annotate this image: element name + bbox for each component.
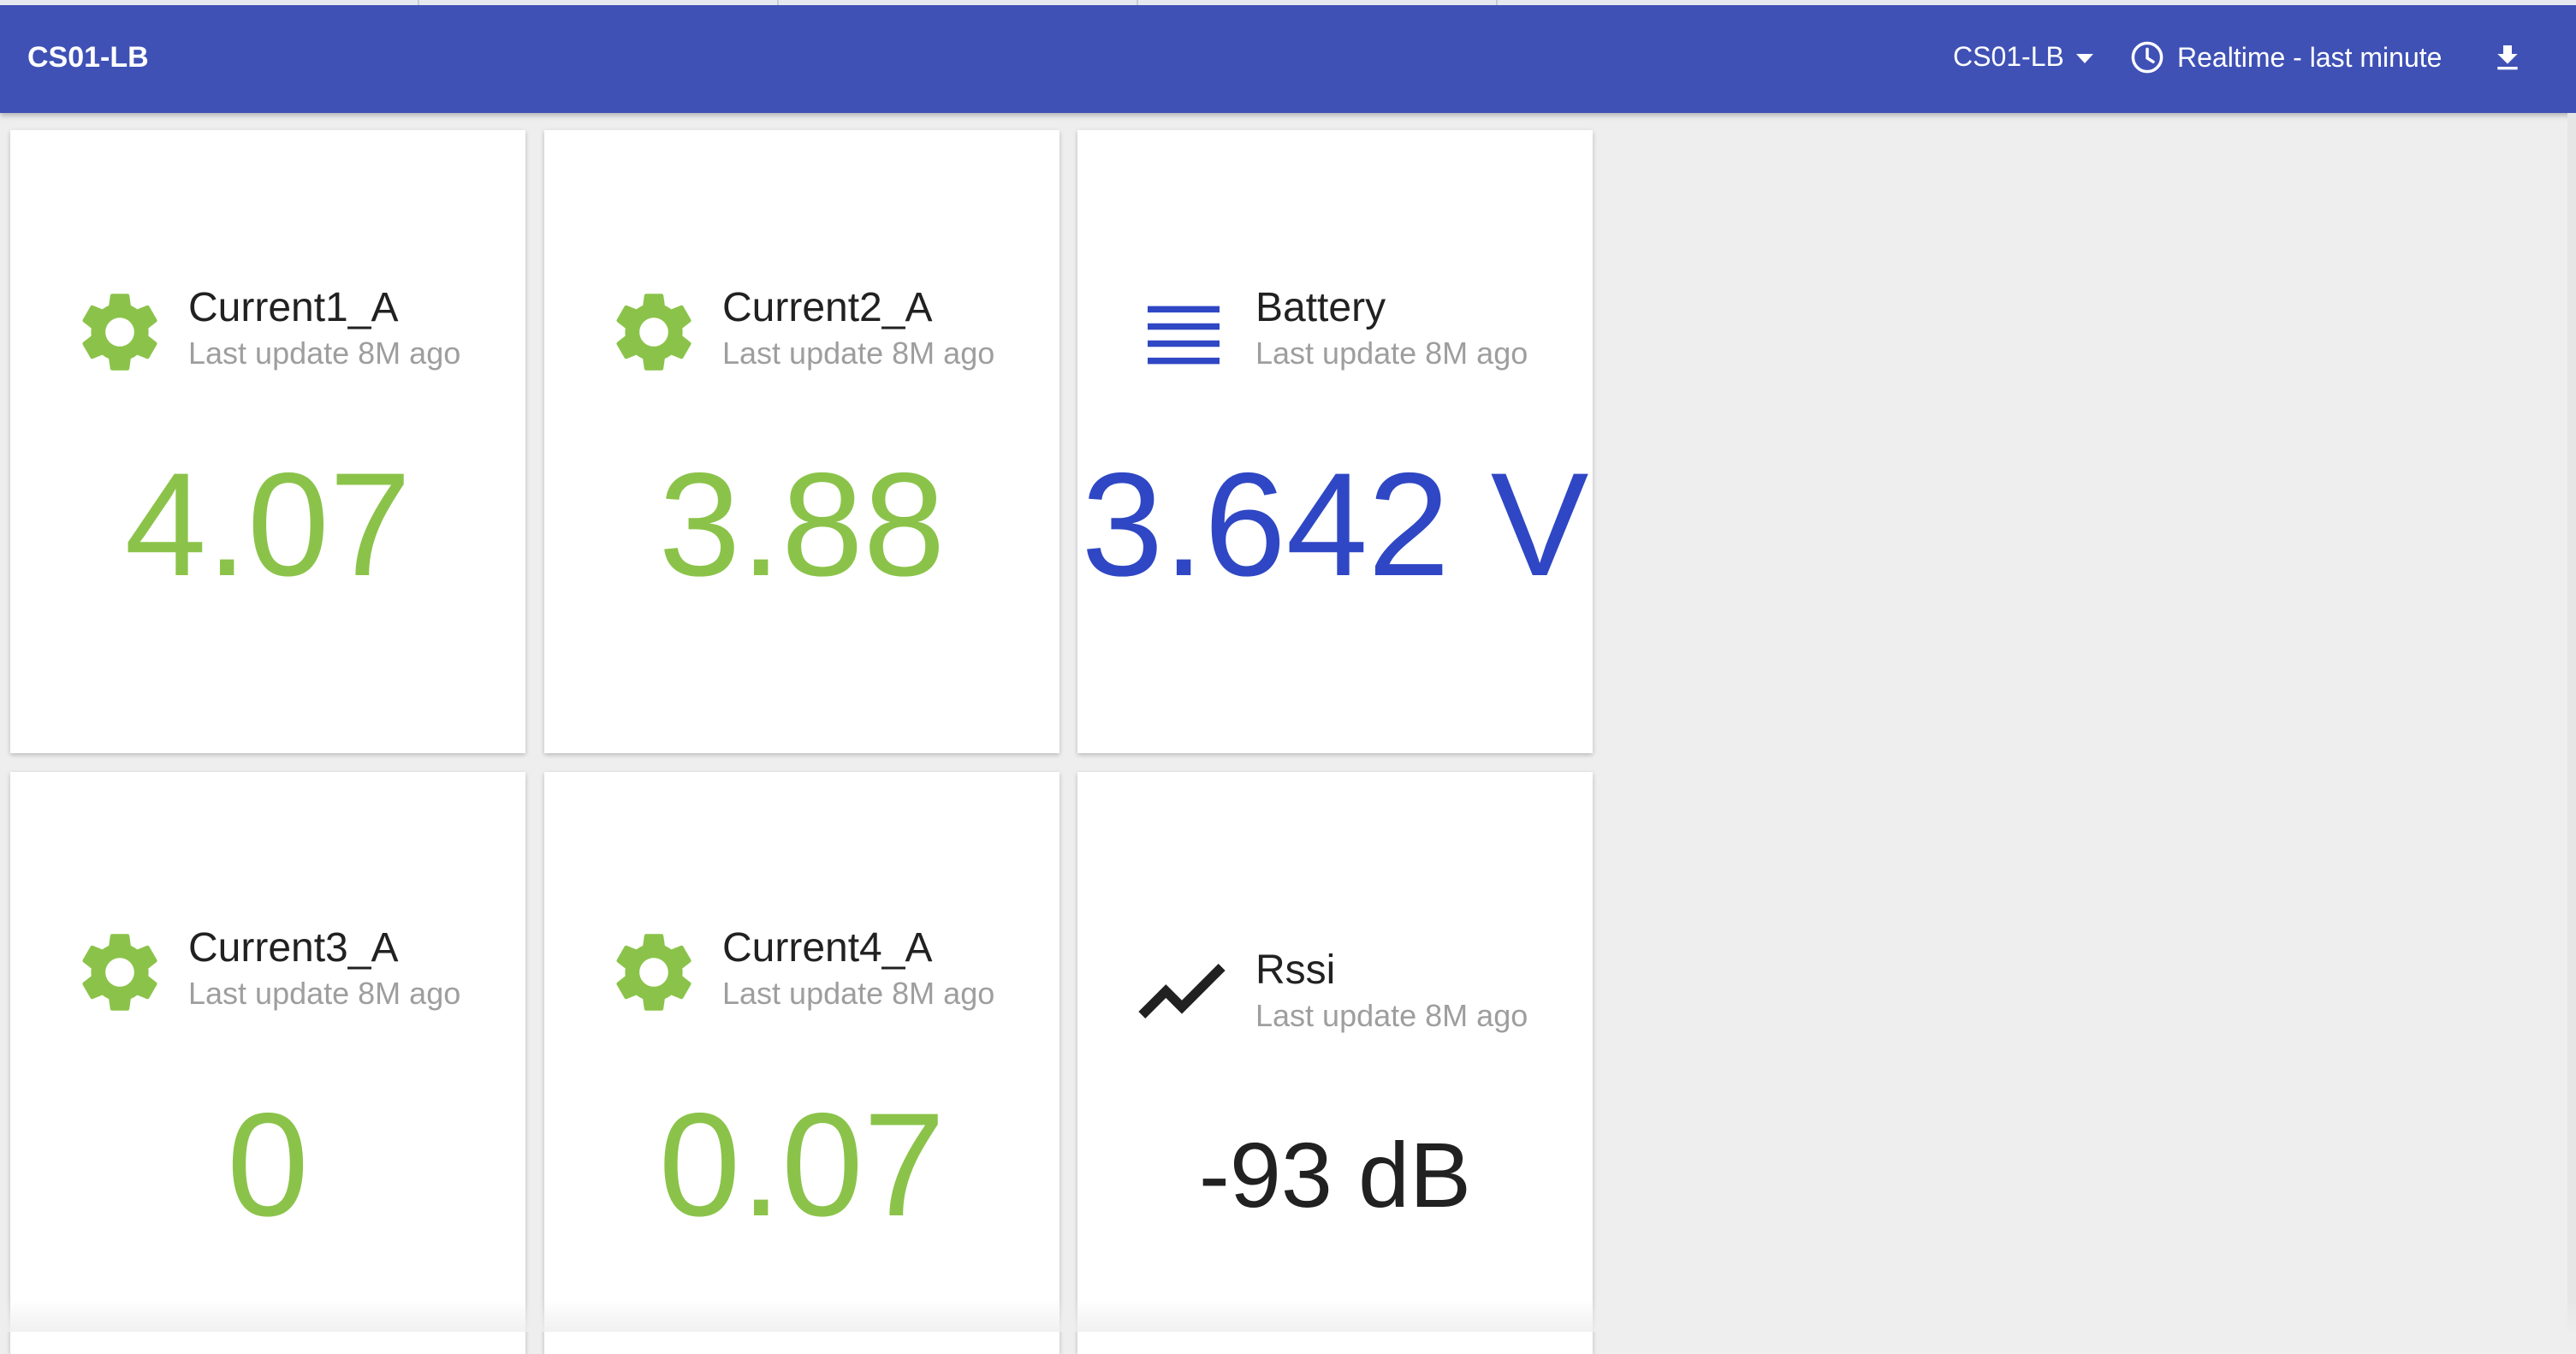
card-last-update: Last update 8M ago bbox=[188, 336, 461, 371]
dashboard-title: CS01-LB bbox=[27, 41, 149, 74]
gear-icon bbox=[616, 294, 691, 371]
card-last-update: Last update 8M ago bbox=[188, 976, 461, 1011]
card-value: -93 dB bbox=[1198, 1123, 1472, 1226]
device-selector-label: CS01-LB bbox=[1953, 40, 2064, 72]
time-range-selector[interactable]: Realtime - last minute bbox=[2129, 38, 2442, 77]
tab-divider bbox=[1496, 0, 1498, 5]
gear-icon bbox=[82, 934, 157, 1011]
download-button[interactable] bbox=[2484, 34, 2531, 82]
clock-icon bbox=[2131, 41, 2163, 74]
card-value: 0.07 bbox=[658, 1083, 946, 1247]
card-value: 3.88 bbox=[658, 442, 946, 607]
time-range-label: Realtime - last minute bbox=[2177, 41, 2442, 73]
tab-strip bbox=[0, 0, 2576, 5]
gear-icon bbox=[82, 294, 157, 371]
card-value: 0 bbox=[227, 1083, 309, 1247]
gear-icon bbox=[616, 934, 691, 1011]
card-last-update: Last update 8M ago bbox=[722, 336, 995, 371]
tab-divider bbox=[777, 0, 779, 5]
card-title: Battery bbox=[1255, 285, 1386, 330]
card-title: Current1_A bbox=[188, 285, 399, 330]
tab-divider bbox=[1137, 0, 1138, 5]
widget-card-rssi[interactable]: Rssi Last update 8M ago -93 dB bbox=[1077, 772, 1593, 1354]
menu-lines-icon bbox=[1148, 306, 1220, 365]
widget-card-battery[interactable]: Battery Last update 8M ago 3.642 V bbox=[1077, 130, 1593, 753]
card-value: 3.642 V bbox=[1081, 442, 1589, 607]
widget-card-current1[interactable]: Current1_A Last update 8M ago 4.07 bbox=[10, 130, 525, 753]
tab-divider bbox=[418, 0, 419, 5]
card-last-update: Last update 8M ago bbox=[722, 976, 995, 1011]
download-icon bbox=[2497, 45, 2518, 70]
widget-card-current4[interactable]: Current4_A Last update 8M ago 0.07 bbox=[544, 772, 1059, 1354]
widget-card-current3[interactable]: Current3_A Last update 8M ago 0 bbox=[10, 772, 525, 1354]
card-title: Current3_A bbox=[188, 925, 399, 971]
vertical-scrollbar[interactable] bbox=[2567, 113, 2576, 1332]
device-selector[interactable]: CS01-LB bbox=[1953, 39, 2093, 74]
top-toolbar: CS01-LB CS01-LB Realtime - last minute bbox=[0, 0, 2576, 113]
card-title: Current2_A bbox=[722, 285, 933, 330]
card-last-update: Last update 8M ago bbox=[1255, 998, 1528, 1033]
card-value: 4.07 bbox=[124, 442, 412, 607]
signal-trend-icon bbox=[1138, 964, 1226, 1018]
card-last-update: Last update 8M ago bbox=[1255, 336, 1528, 371]
widget-card-current2[interactable]: Current2_A Last update 8M ago 3.88 bbox=[544, 130, 1059, 753]
card-title: Current4_A bbox=[722, 925, 933, 971]
card-title: Rssi bbox=[1255, 947, 1336, 993]
chevron-down-icon bbox=[2075, 53, 2093, 63]
